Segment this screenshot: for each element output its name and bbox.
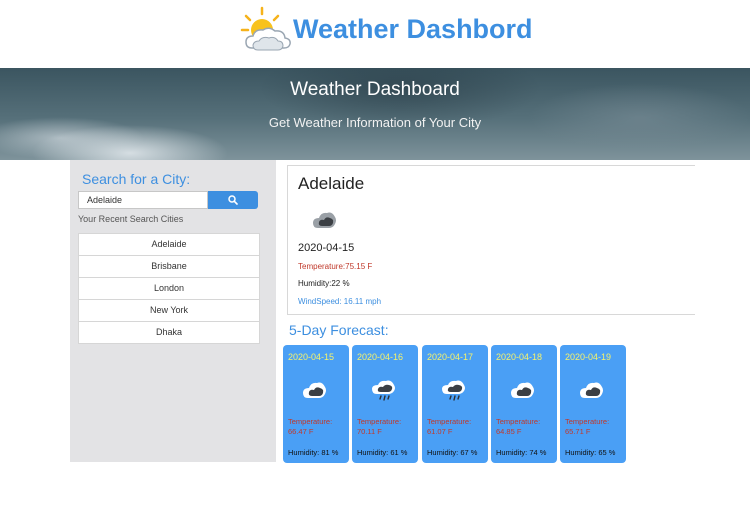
logo-header: Weather Dashbord: [0, 0, 750, 68]
forecast-temperature: Temperature: 64.85 F: [496, 417, 541, 436]
city-name: Adelaide: [298, 174, 365, 193]
banner-subtitle: Get Weather Information of Your City: [268, 115, 482, 130]
forecast-card: 2020-04-15 Temperature: 66.47 F Humidity…: [283, 345, 349, 463]
sun-cloud-logo-icon: [238, 6, 294, 56]
recent-searches-label: Your Recent Search Cities: [78, 214, 184, 224]
forecast-temperature: Temperature: 70.11 F: [357, 417, 402, 436]
forecast-temperature: Temperature: 66.47 F: [288, 417, 333, 436]
current-temperature: Temperature:75.15 F: [298, 262, 373, 271]
forecast-humidity: Humidity: 81 %: [288, 448, 339, 457]
recent-city-item[interactable]: London: [78, 278, 260, 300]
forecast-card: 2020-04-18 Temperature: 64.85 F Humidity…: [491, 345, 557, 463]
cloud-icon: [302, 378, 328, 405]
forecast-date: 2020-04-16: [357, 352, 404, 362]
forecast-date: 2020-04-17: [427, 352, 474, 362]
recent-city-item[interactable]: New York: [78, 300, 260, 322]
forecast-date: 2020-04-18: [496, 352, 543, 362]
forecast-humidity: Humidity: 74 %: [496, 448, 547, 457]
forecast-row: 2020-04-15 Temperature: 66.47 F Humidity…: [283, 345, 629, 465]
search-icon: [228, 195, 238, 205]
forecast-card: 2020-04-19 Temperature: 65.71 F Humidity…: [560, 345, 626, 463]
current-humidity: Humidity:22 %: [298, 279, 350, 288]
search-sidebar: Search for a City: Your Recent Search Ci…: [70, 160, 276, 462]
hero-banner: Weather Dashboard Get Weather Informatio…: [0, 68, 750, 160]
recent-city-item[interactable]: Adelaide: [78, 233, 260, 256]
forecast-humidity: Humidity: 61 %: [357, 448, 408, 457]
forecast-title: 5-Day Forecast:: [289, 322, 389, 338]
city-search-input[interactable]: [78, 191, 208, 209]
rain-cloud-icon: [441, 378, 467, 407]
rain-cloud-icon: [371, 378, 397, 407]
search-form: [78, 191, 258, 209]
banner-title: Weather Dashboard: [290, 79, 460, 100]
search-button[interactable]: [208, 191, 258, 209]
app-title: Weather Dashbord: [293, 14, 533, 44]
cloud-icon: [579, 378, 605, 405]
current-wind-speed: WindSpeed: 16.11 mph: [298, 297, 382, 306]
forecast-card: 2020-04-16 Temperature: 70.11 F Humidity…: [352, 345, 418, 463]
forecast-humidity: Humidity: 65 %: [565, 448, 616, 457]
cloud-icon: [510, 378, 536, 405]
forecast-date: 2020-04-19: [565, 352, 612, 362]
current-weather-card: Adelaide 2020-04-15 Temperature:75.15 F …: [287, 165, 695, 315]
recent-city-item[interactable]: Brisbane: [78, 256, 260, 278]
forecast-temperature: Temperature: 65.71 F: [565, 417, 610, 436]
current-date: 2020-04-15: [298, 242, 355, 254]
forecast-humidity: Humidity: 67 %: [427, 448, 478, 457]
recent-searches-list: Adelaide Brisbane London New York Dhaka: [78, 233, 260, 344]
cloud-icon: [312, 208, 338, 235]
forecast-card: 2020-04-17 Temperature: 61.07 F Humidity…: [422, 345, 488, 463]
forecast-date: 2020-04-15: [288, 352, 335, 362]
search-label: Search for a City:: [82, 171, 191, 187]
recent-city-item[interactable]: Dhaka: [78, 322, 260, 344]
forecast-temperature: Temperature: 61.07 F: [427, 417, 472, 436]
